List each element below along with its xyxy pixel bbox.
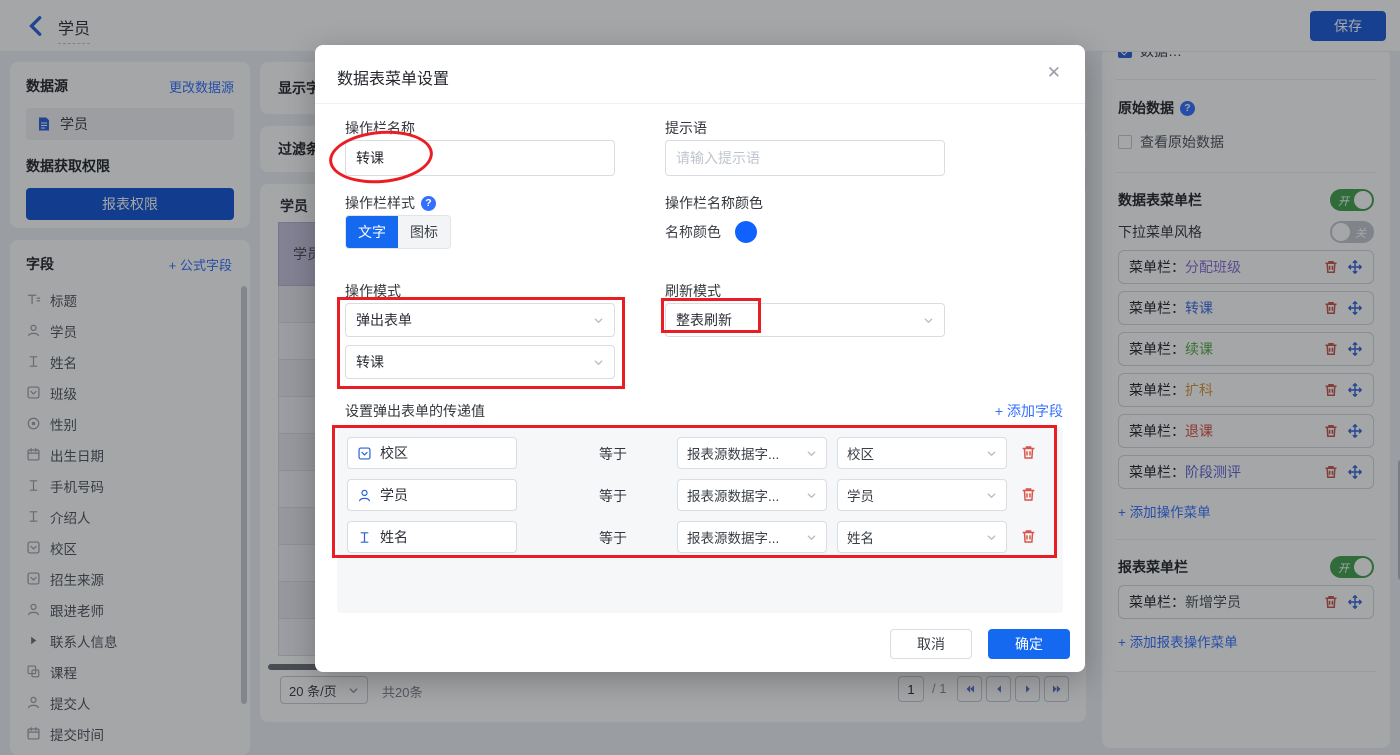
refresh-mode-value: 整表刷新: [676, 312, 732, 328]
name-color-text: 名称颜色: [665, 224, 721, 240]
style-icon-option[interactable]: 图标: [398, 216, 450, 248]
operator-label: 等于: [599, 530, 627, 546]
chevron-down-icon: [807, 450, 816, 456]
source-select[interactable]: 报表源数据字...: [677, 479, 827, 511]
pass-field-label: 学员: [380, 487, 408, 503]
color-swatch[interactable]: [735, 221, 757, 243]
pass-field-label: 姓名: [380, 529, 408, 545]
source-select[interactable]: 报表源数据字...: [677, 437, 827, 469]
action-mode-select[interactable]: 弹出表单: [345, 303, 615, 337]
value-value: 校区: [847, 447, 874, 462]
chevron-down-icon: [807, 492, 816, 498]
value-value: 姓名: [847, 531, 874, 546]
chevron-down-icon: [594, 359, 603, 365]
action-mode-value: 弹出表单: [356, 312, 412, 328]
chevron-down-icon: [594, 317, 603, 323]
table-menu-settings-modal: 数据表菜单设置 ✕ 操作栏名称 提示语 操作栏样式? 文字 图标 操作栏名称颜色…: [315, 45, 1085, 672]
tip-label: 提示语: [665, 120, 707, 136]
name-color-label: 操作栏名称颜色: [665, 195, 763, 211]
pass-field-input[interactable]: 姓名: [347, 521, 517, 553]
tip-input[interactable]: [665, 140, 945, 176]
close-icon[interactable]: ✕: [1047, 63, 1061, 83]
action-mode-label: 操作模式: [345, 283, 401, 299]
text-icon: [357, 530, 372, 545]
source-select[interactable]: 报表源数据字...: [677, 521, 827, 553]
action-mode-sub-select[interactable]: 转课: [345, 345, 615, 379]
modal-title: 数据表菜单设置: [337, 71, 450, 88]
action-style-label: 操作栏样式?: [345, 193, 436, 213]
help-icon[interactable]: ?: [421, 195, 436, 211]
pass-field-label: 校区: [380, 445, 408, 461]
value-select[interactable]: 学员: [837, 479, 1007, 511]
person-icon: [357, 488, 372, 503]
pass-field-input[interactable]: 学员: [347, 479, 517, 511]
pass-values-label: 设置弹出表单的传递值: [345, 403, 485, 419]
cancel-button[interactable]: 取消: [890, 629, 972, 659]
operator-label: 等于: [599, 446, 627, 462]
source-value: 报表源数据字...: [687, 447, 780, 462]
chevron-down-icon: [807, 534, 816, 540]
style-segmented-control: 文字 图标: [345, 215, 451, 249]
source-value: 报表源数据字...: [687, 531, 780, 546]
action-mode-sub-value: 转课: [356, 354, 384, 370]
pass-field-input[interactable]: 校区: [347, 437, 517, 469]
chevron-down-icon: [987, 534, 996, 540]
divider: [315, 103, 1085, 104]
name-color-row: 名称颜色: [665, 221, 757, 243]
chevron-down-icon: [987, 492, 996, 498]
value-select[interactable]: 校区: [837, 437, 1007, 469]
source-value: 报表源数据字...: [687, 489, 780, 504]
operator-label: 等于: [599, 488, 627, 504]
value-value: 学员: [847, 489, 874, 504]
trash-icon[interactable]: [1020, 486, 1037, 503]
action-name-label: 操作栏名称: [345, 120, 415, 136]
style-text-option[interactable]: 文字: [346, 216, 398, 248]
trash-icon[interactable]: [1020, 528, 1037, 545]
action-name-input[interactable]: [345, 140, 615, 176]
pass-values-panel: 校区 等于 报表源数据字... 校区 学员 等于 报表源数据字... 学员 姓名…: [337, 427, 1063, 613]
trash-icon[interactable]: [1020, 444, 1037, 461]
report-designer-page: 学员 保存 数据源 更改数据源 学员 数据获取权限 报表权限 字段 + 公式字段…: [0, 0, 1400, 755]
add-field-link[interactable]: + 添加字段: [995, 401, 1063, 421]
refresh-mode-label: 刷新模式: [665, 283, 721, 299]
value-select[interactable]: 姓名: [837, 521, 1007, 553]
chevron-down-icon: [924, 317, 933, 323]
confirm-button[interactable]: 确定: [988, 629, 1070, 659]
refresh-mode-select[interactable]: 整表刷新: [665, 303, 945, 337]
select-icon: [357, 446, 372, 461]
chevron-down-icon: [987, 450, 996, 456]
